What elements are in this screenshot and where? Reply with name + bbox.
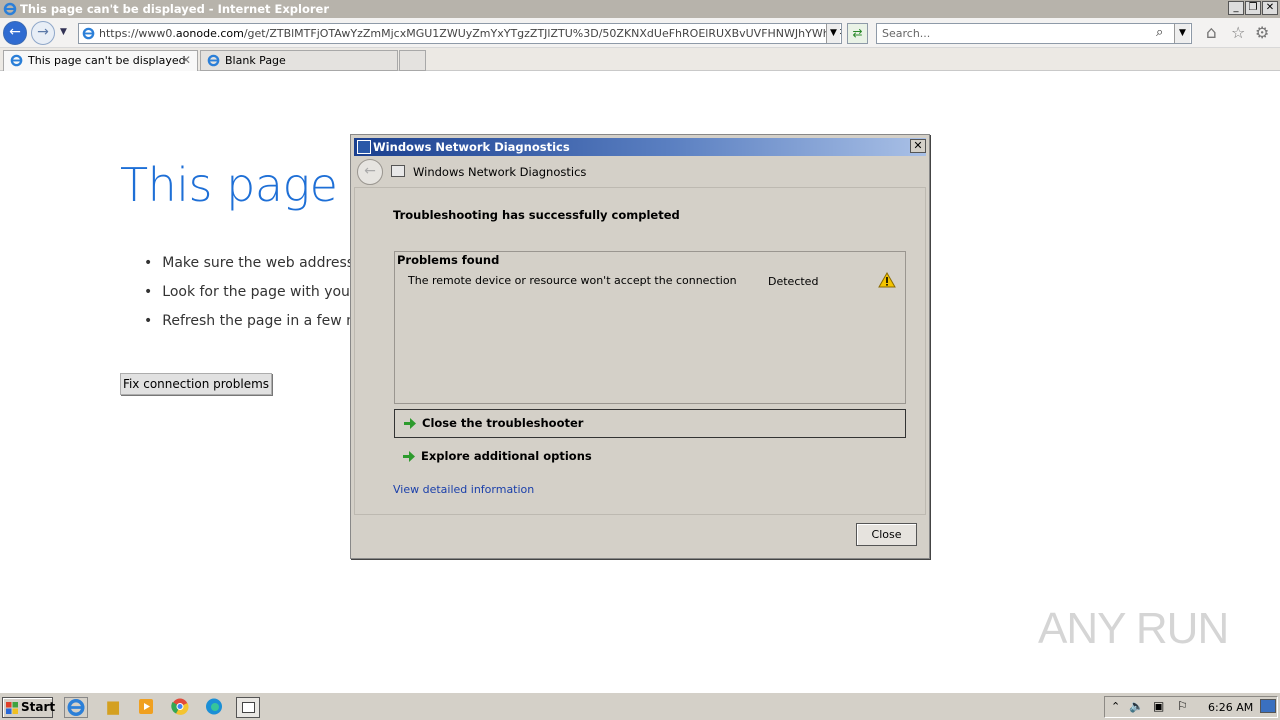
tab-label: This page can't be displayed [28, 54, 186, 67]
address-dropdown-button[interactable]: ▼ [826, 24, 840, 43]
close-tab-icon[interactable]: ✕ [181, 51, 191, 70]
dialog-header: ← Windows Network Diagnostics [354, 156, 926, 188]
network-diagnostics-icon [391, 165, 405, 177]
dialog-titlebar: Windows Network Diagnostics ✕ [354, 138, 926, 156]
status-heading: Troubleshooting has successfully complet… [393, 208, 680, 222]
search-input[interactable]: Search... [876, 23, 1192, 44]
address-prefix: https://www0. [99, 27, 176, 40]
problems-header: Problems found [397, 253, 500, 267]
address-path: /get/ZTBlMTFjOTAwYzZmMjcxMGU1ZWUyZmYxYTg… [243, 27, 841, 40]
taskbar-diagnostics-button[interactable] [236, 697, 260, 718]
show-desktop-icon[interactable] [1260, 699, 1276, 713]
tab-page-not-displayed[interactable]: This page can't be displayed ✕ [3, 50, 198, 71]
problem-description: The remote device or resource won't acce… [408, 274, 737, 287]
ie-logo-icon [67, 699, 85, 716]
clock[interactable]: 6:26 AM [1208, 701, 1253, 714]
minimize-button[interactable]: _ [1228, 1, 1244, 15]
ie-page-icon [82, 27, 95, 40]
tab-bar: This page can't be displayed ✕ Blank Pag… [0, 48, 1280, 71]
green-arrow-icon [404, 418, 416, 429]
start-button[interactable]: Start [2, 697, 56, 718]
search-dropdown-button[interactable]: ▼ [1174, 24, 1190, 43]
option-label: Close the troubleshooter [422, 416, 584, 430]
tab-label: Blank Page [225, 54, 286, 67]
dialog-content: Troubleshooting has successfully complet… [354, 188, 926, 515]
dialog-header-title: Windows Network Diagnostics [413, 165, 587, 179]
page-title: This page c [120, 158, 377, 212]
start-label: Start [21, 700, 56, 714]
back-button[interactable]: ← [3, 21, 27, 45]
taskbar-ie-button[interactable] [64, 697, 88, 718]
ie-tab-icon [207, 54, 220, 67]
window-title: This page can't be displayed - Internet … [20, 2, 329, 16]
address-domain: aonode.com [175, 27, 244, 40]
back-arrow-icon: ← [9, 24, 21, 40]
forward-button[interactable]: → [31, 21, 55, 45]
tab-blank-page[interactable]: Blank Page [200, 50, 398, 71]
chrome-icon[interactable] [169, 697, 193, 718]
close-troubleshooter-option[interactable]: Close the troubleshooter [394, 409, 906, 438]
gear-icon[interactable]: ⚙ [1255, 23, 1269, 42]
navigation-bar: ← → ▼ https://www0.aonode.com/get/ZTBlMT… [0, 18, 1280, 48]
dialog-close-x-button[interactable]: ✕ [910, 139, 926, 153]
windows-logo-icon [6, 702, 18, 714]
close-window-button[interactable]: ✕ [1262, 1, 1278, 15]
green-arrow-icon [403, 451, 415, 462]
suggestion-item: • Refresh the page in a few mi [144, 313, 364, 329]
network-diagnostics-dialog: Windows Network Diagnostics ✕ ← Windows … [350, 134, 930, 559]
dialog-back-button[interactable]: ← [357, 159, 383, 185]
search-icon[interactable]: ⌕ [1156, 25, 1163, 40]
explore-options-option[interactable]: Explore additional options [394, 443, 906, 472]
refresh-icon: ⇄ [852, 26, 863, 40]
window-titlebar: This page can't be displayed - Internet … [0, 0, 1280, 18]
edge-icon[interactable] [203, 697, 227, 718]
dialog-title: Windows Network Diagnostics [373, 140, 570, 154]
suggestion-item: • Look for the page with your [144, 284, 356, 300]
problems-found-panel: Problems found The remote device or reso… [394, 251, 906, 404]
view-detailed-info-link[interactable]: View detailed information [393, 483, 534, 496]
volume-icon[interactable]: 🔈 [1129, 699, 1144, 713]
problem-status: Detected [768, 275, 819, 288]
fix-connection-button[interactable]: Fix connection problems [120, 373, 272, 395]
action-center-flag-icon[interactable]: ⚐ [1177, 699, 1188, 713]
media-player-icon[interactable] [135, 697, 159, 718]
folder-icon[interactable]: ▆ [101, 697, 125, 718]
warning-icon [878, 272, 896, 288]
suggestion-item: • Make sure the web address h [144, 255, 368, 271]
taskbar: Start ▆ ⌃ 🔈 ▣ ⚐ 6:26 AM [0, 692, 1280, 720]
anyrun-watermark: ANY RUN [1038, 604, 1229, 653]
home-icon[interactable]: ⌂ [1206, 23, 1217, 43]
close-button[interactable]: Close [856, 523, 917, 546]
address-bar[interactable]: https://www0.aonode.com/get/ZTBlMTFjOTAw… [78, 23, 842, 44]
recent-pages-dropdown[interactable]: ▼ [60, 27, 67, 37]
new-tab-button[interactable] [399, 50, 426, 71]
network-diagnostics-icon [242, 702, 255, 713]
network-icon[interactable]: ▣ [1153, 699, 1164, 713]
restore-button[interactable]: ❐ [1245, 1, 1261, 15]
ie-logo-icon [3, 2, 17, 16]
back-arrow-icon: ← [364, 163, 376, 179]
refresh-button[interactable]: ⇄ [847, 23, 868, 44]
tray-expand-icon[interactable]: ⌃ [1111, 700, 1120, 713]
forward-arrow-icon: → [37, 24, 49, 40]
favorites-star-icon[interactable]: ☆ [1231, 23, 1245, 42]
ie-tab-icon [10, 54, 23, 67]
option-label: Explore additional options [421, 449, 592, 463]
network-diagnostics-icon [357, 140, 371, 154]
dialog-body: ← Windows Network Diagnostics Troublesho… [354, 156, 926, 556]
